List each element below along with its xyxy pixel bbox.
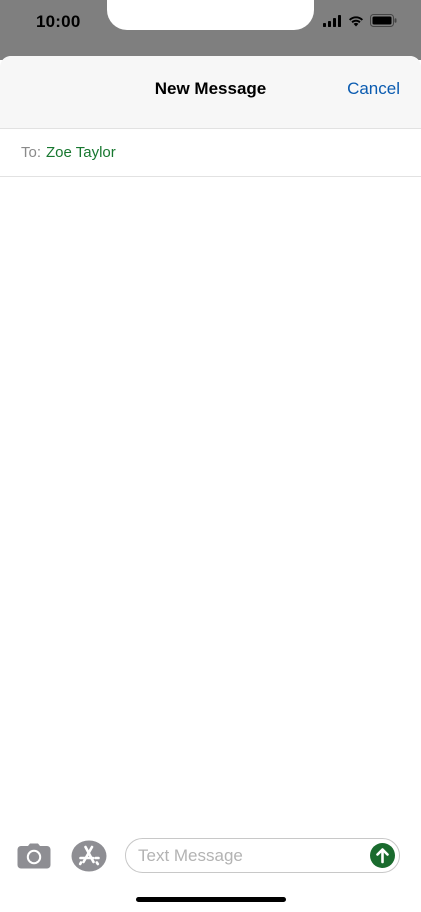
app-store-button[interactable] [71, 840, 107, 872]
recipient-chip[interactable]: Zoe Taylor [46, 144, 116, 161]
message-input[interactable] [138, 839, 363, 872]
status-time: 10:00 [36, 12, 81, 31]
app-store-icon [71, 840, 107, 872]
battery-icon [370, 14, 397, 32]
device-notch [107, 0, 314, 30]
navigation-bar: New Message Cancel [0, 56, 421, 129]
cellular-signal-icon [323, 14, 342, 32]
recipient-label: To: [21, 144, 42, 161]
message-field[interactable] [125, 838, 400, 873]
status-bar: 10:00 [0, 0, 421, 60]
send-arrow-icon [370, 843, 395, 868]
cancel-button[interactable]: Cancel [347, 79, 400, 99]
wifi-icon [348, 14, 364, 32]
recipient-row[interactable]: To: Zoe Taylor [0, 129, 421, 177]
new-message-screen: 10:00 New Message Cancel To: Zoe Taylor … [0, 0, 421, 912]
status-icons [323, 14, 397, 32]
camera-icon [17, 843, 51, 869]
home-indicator[interactable] [136, 897, 286, 902]
camera-button[interactable] [17, 843, 51, 869]
compose-sheet: New Message Cancel To: Zoe Taylor [0, 56, 421, 912]
send-button[interactable] [370, 843, 395, 868]
